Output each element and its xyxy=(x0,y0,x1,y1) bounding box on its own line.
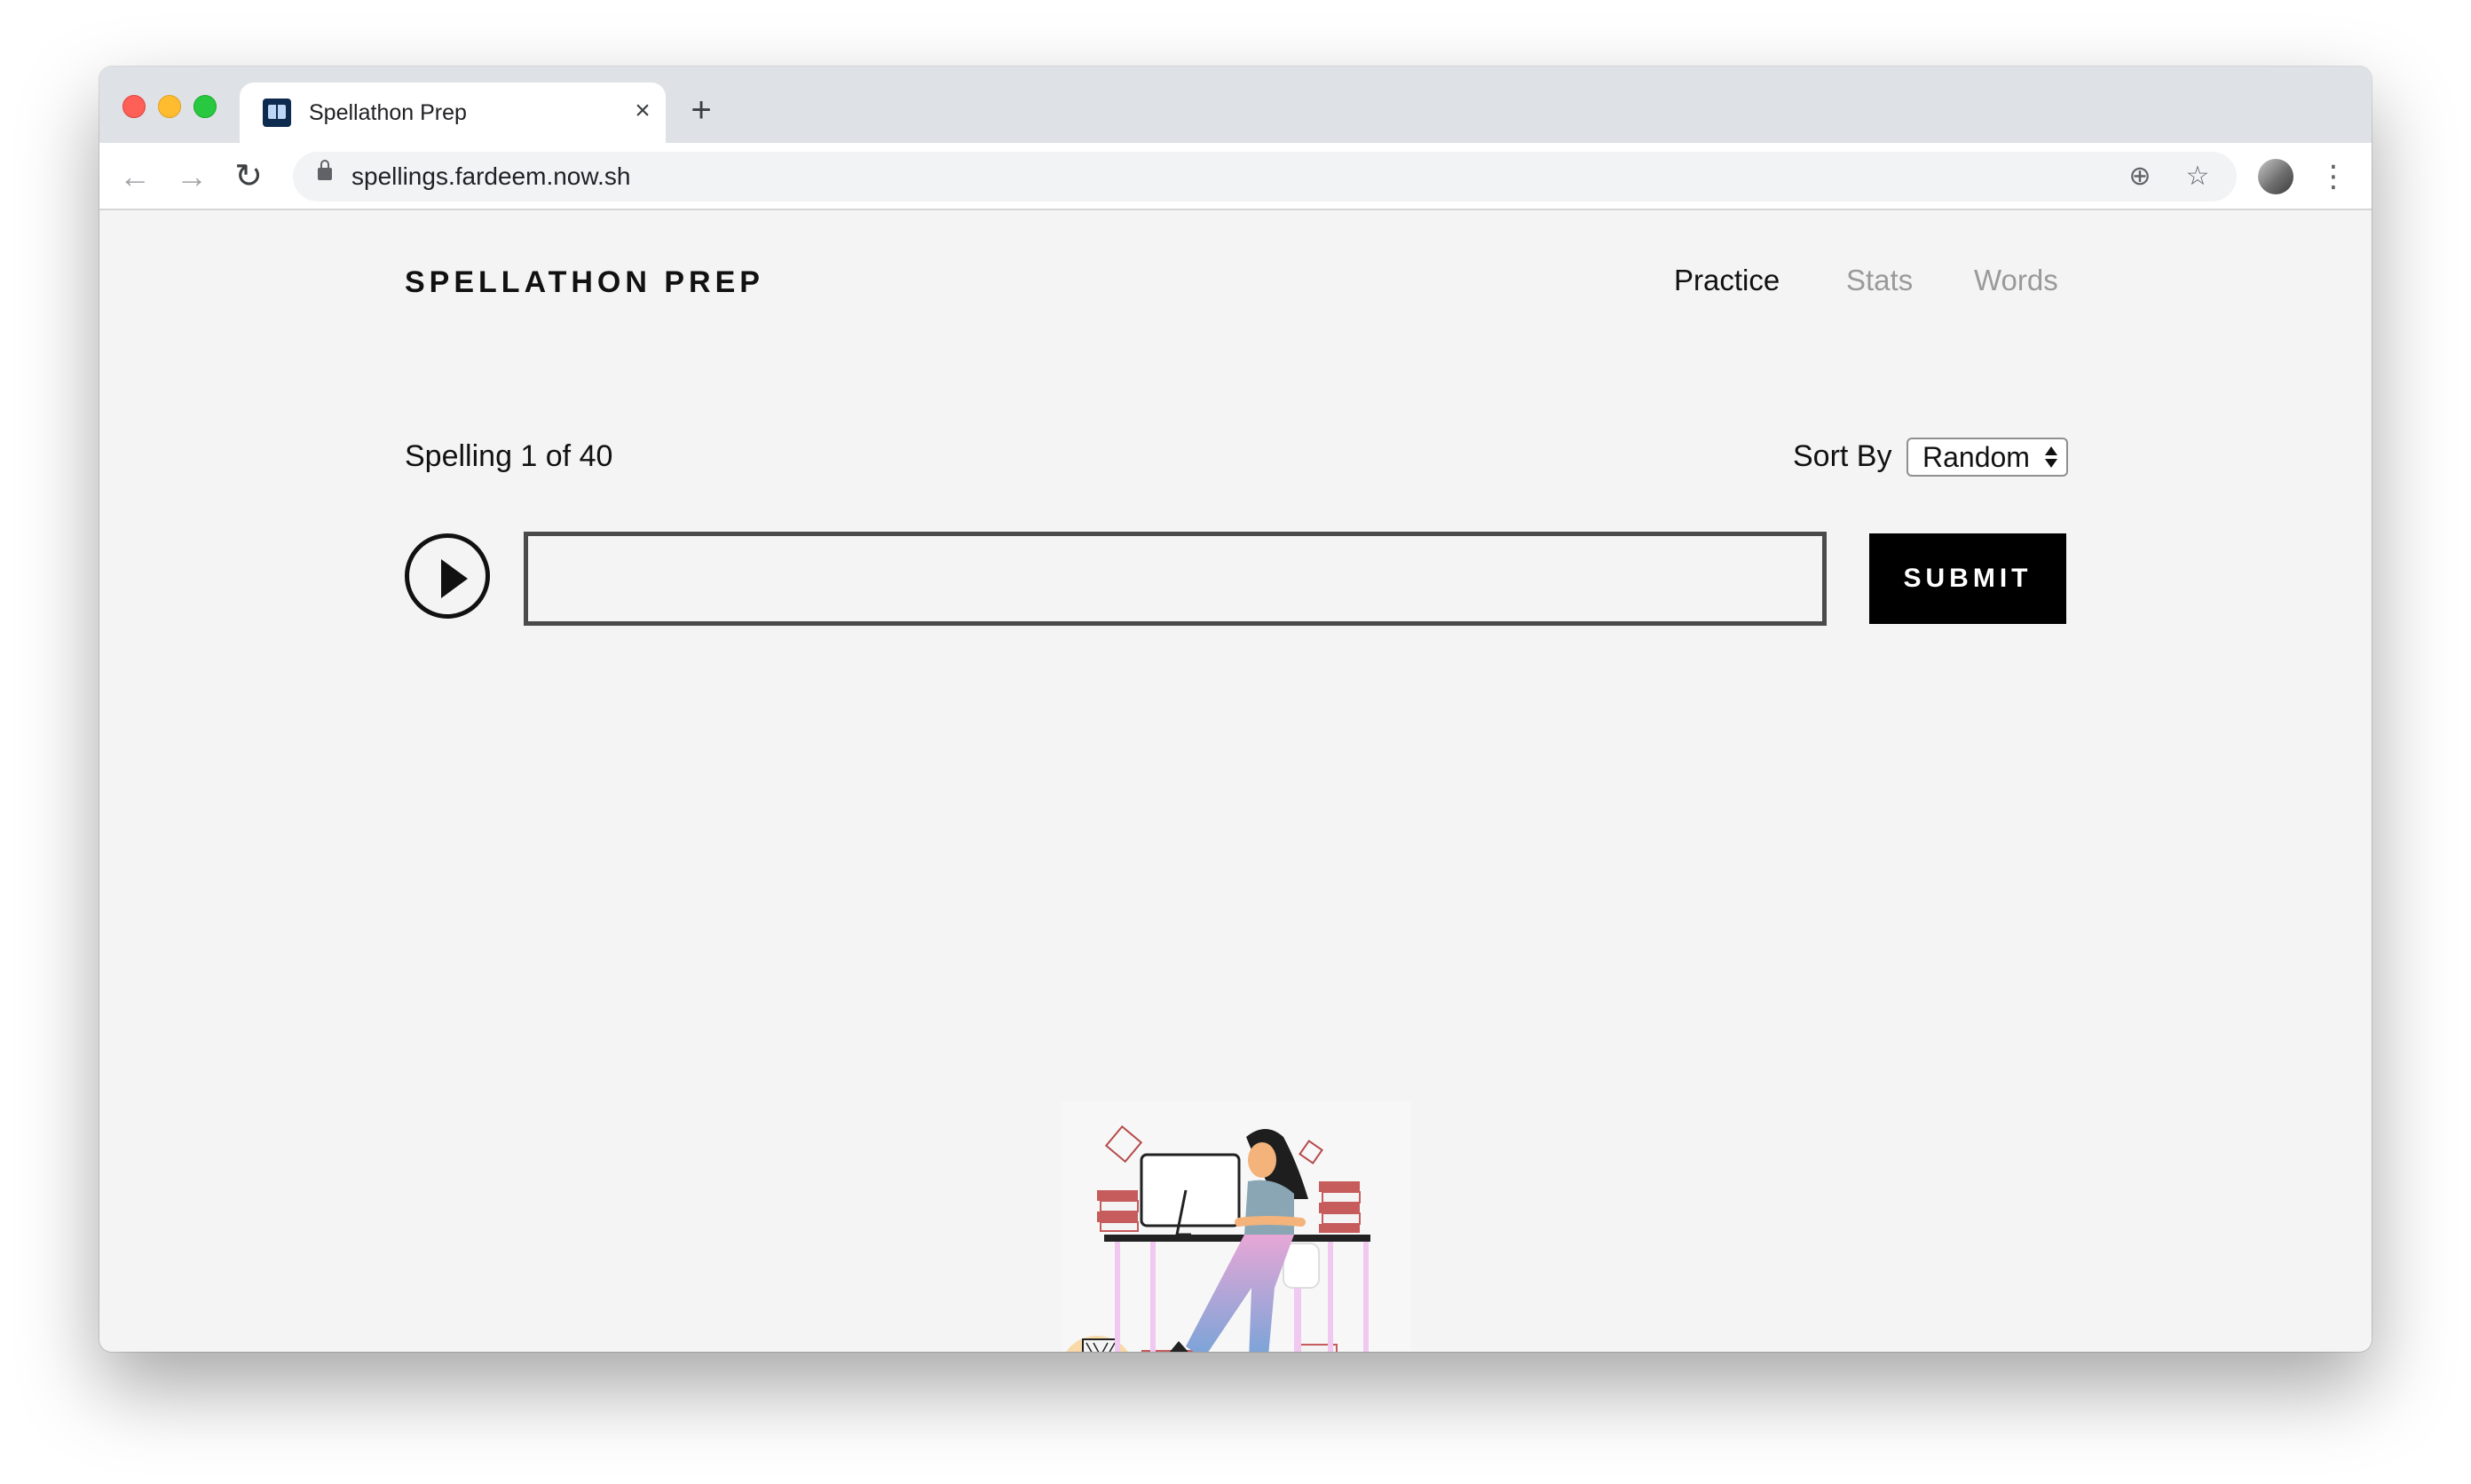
browser-tab[interactable]: Spellathon Prep × xyxy=(240,83,666,143)
star-bookmark-icon[interactable]: ☆ xyxy=(2183,162,2212,191)
back-arrow-icon[interactable]: ← xyxy=(117,159,153,194)
tab-strip: Spellathon Prep × + xyxy=(99,67,2372,143)
sort-by-label: Sort By xyxy=(1793,439,1892,473)
brand-logo-text[interactable]: SPELLATHON PREP xyxy=(405,265,764,300)
lock-icon[interactable] xyxy=(318,160,332,180)
address-bar[interactable]: spellings.fardeem.now.sh ⊕ ☆ xyxy=(293,152,2237,201)
tab-title: Spellathon Prep xyxy=(309,100,467,125)
profile-avatar[interactable] xyxy=(2258,159,2293,194)
nav-practice[interactable]: Practice xyxy=(1674,264,1780,297)
close-window-button[interactable] xyxy=(122,95,146,118)
url-text[interactable]: spellings.fardeem.now.sh xyxy=(351,162,630,191)
spelling-counter: Spelling 1 of 40 xyxy=(405,439,613,473)
page-content: SPELLATHON PREP Practice Stats Words Spe… xyxy=(99,210,2372,1352)
kebab-menu-icon[interactable]: ⋮ xyxy=(2318,159,2349,194)
new-tab-button[interactable]: + xyxy=(683,92,719,129)
browser-toolbar: ← → ↻ spellings.fardeem.now.sh ⊕ ☆ ⋮ xyxy=(99,143,2372,210)
add-to-page-icon[interactable]: ⊕ xyxy=(2126,162,2154,191)
nav-stats[interactable]: Stats xyxy=(1846,264,1913,297)
student-at-desk-illustration xyxy=(1062,1101,1411,1352)
sort-by-select[interactable]: Random xyxy=(1907,438,2068,477)
minimize-window-button[interactable] xyxy=(158,95,181,118)
submit-button[interactable]: SUBMIT xyxy=(1869,533,2066,624)
select-arrows-icon xyxy=(2045,445,2057,470)
spelling-answer-input[interactable] xyxy=(524,532,1827,626)
illustration-graphic xyxy=(1066,1125,1370,1352)
sort-by-value: Random xyxy=(1922,441,2030,473)
book-favicon-icon xyxy=(263,99,291,127)
tab-close-icon[interactable]: × xyxy=(627,95,659,127)
forward-arrow-icon[interactable]: → xyxy=(174,159,209,194)
nav-words[interactable]: Words xyxy=(1974,264,2058,297)
maximize-window-button[interactable] xyxy=(193,95,217,118)
browser-window: Spellathon Prep × + ← → ↻ spellings.fard… xyxy=(99,67,2372,1352)
reload-icon[interactable]: ↻ xyxy=(231,159,266,194)
play-audio-button[interactable] xyxy=(405,533,490,619)
